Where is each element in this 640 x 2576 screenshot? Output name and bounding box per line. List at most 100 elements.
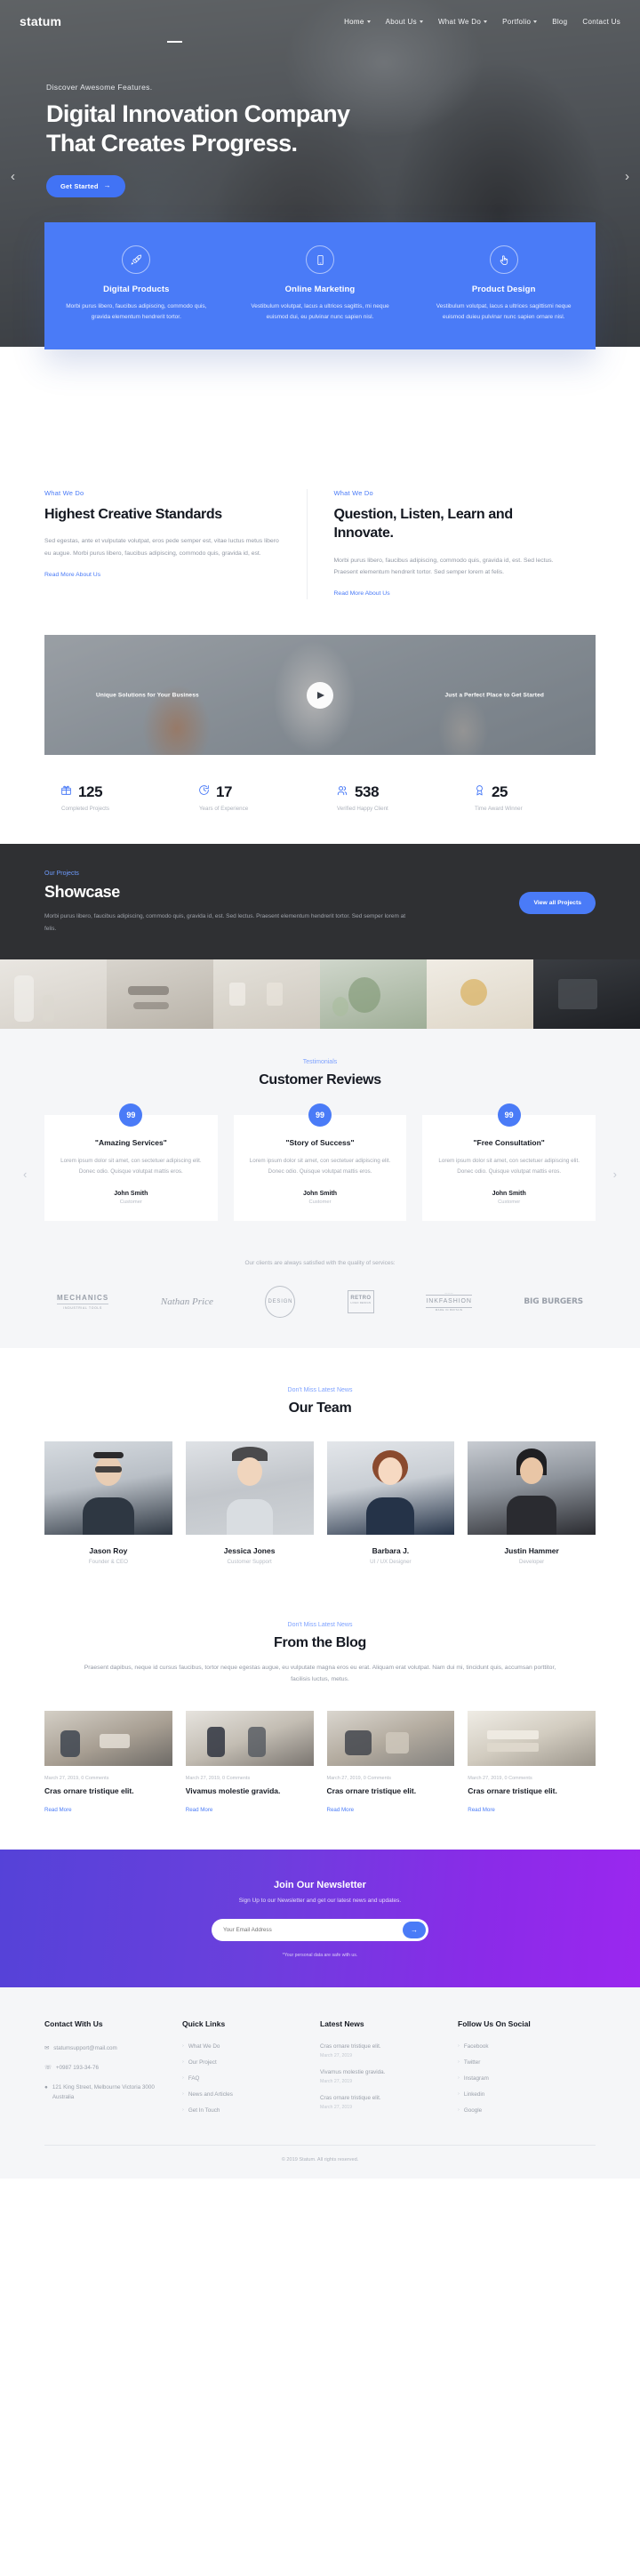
video-caption-left: Unique Solutions for Your Business [96,692,199,699]
footer-news-title: Vivamus molestie gravida. [320,2069,386,2076]
section-title: Highest Creative Standards [44,507,222,522]
footer-news-item[interactable]: Cras ornare tristique elit. March 27, 20… [320,2043,445,2058]
nav-item-contact-us[interactable]: Contact Us [582,18,620,26]
blog-read-more-link[interactable]: Read More [186,1807,213,1813]
phone-icon: ☏ [44,2065,52,2072]
portfolio-item[interactable] [533,959,640,1029]
client-logo-text: INKFASHION [426,1295,472,1309]
nav-item-about-us[interactable]: About Us [386,18,423,26]
portfolio-item[interactable] [320,959,427,1029]
stat-value: 538 [355,783,380,801]
portfolio-item[interactable] [427,959,533,1029]
client-logo-subtext: LOGO DESIGN [350,1300,372,1304]
feature-description: Vestibulum volutpat, lacus a ultrices sa… [251,303,389,321]
testimonials-prev-arrow[interactable]: ‹ [23,1168,27,1181]
testimonial-role: Customer [308,1199,332,1205]
nav-item-portfolio[interactable]: Portfolio [502,18,538,26]
blog-post-meta: March 27, 2019, 0 Comments [185,1776,251,1782]
testimonials-next-arrow[interactable]: › [613,1168,617,1181]
footer-link-faq[interactable]: › FAQ [182,2075,308,2082]
newsletter-note: *Your personal data are safe with us. [282,1952,358,1958]
footer-news-item[interactable]: Cras ornare tristique elit. March 27, 20… [320,2095,445,2110]
testimonials-section: Testimonials Customer Reviews ‹ 99 "Amaz… [0,1029,640,1248]
blog-post-title: Cras ornare tristique elit. [326,1786,417,1796]
view-all-projects-button[interactable]: View all Projects [519,891,596,914]
social-link-facebook[interactable]: › Facebook [458,2043,583,2050]
team-member-card[interactable]: Barbara J. UI / UX Designer [326,1440,455,1565]
social-link-instagram[interactable]: › Instagram [458,2075,583,2082]
showcase-section: Our Projects Showcase Morbi purus libero… [0,844,640,959]
chevron-right-icon: › [458,2059,460,2066]
footer-heading: Latest News [320,2019,364,2029]
blog-read-more-link[interactable]: Read More [327,1807,355,1813]
footer-heading: Follow Us On Social [458,2019,531,2029]
map-pin-icon: ● [44,2084,48,2091]
blog-row: March 27, 2019, 0 Comments Cras ornare t… [44,1711,596,1816]
hero-title-line-2: That Creates Progress. [46,129,298,156]
portfolio-item[interactable] [0,959,107,1029]
footer-link-label: Our Project [188,2059,217,2066]
social-link-linkedin[interactable]: › Linkedin [458,2091,583,2098]
feature-card-digital-products[interactable]: Digital Products Morbi purus libero, fau… [44,245,228,323]
blog-post-image [326,1711,455,1767]
video-banner[interactable]: Unique Solutions for Your Business Just … [44,635,596,756]
nav-item-home[interactable]: Home [344,18,371,26]
read-more-about-us-link[interactable]: Read More About Us [44,572,100,578]
social-link-label: Facebook [463,2043,489,2050]
blog-post-image [185,1711,314,1767]
newsletter-submit-button[interactable]: → [403,1921,426,1938]
client-logo-text: BIG BURGERS [524,1296,583,1306]
blog-read-more-link[interactable]: Read More [44,1807,72,1813]
feature-card-online-marketing[interactable]: Online Marketing Vestibulum volutpat, la… [228,245,412,323]
gift-icon [60,784,72,800]
nav-item-what-we-do[interactable]: What We Do [438,18,488,26]
social-link-google[interactable]: › Google [458,2107,583,2114]
nav-item-blog[interactable]: Blog [552,18,567,26]
get-started-button[interactable]: Get Started → [46,174,125,197]
footer-columns: Contact With Us ✉ statumsupport@mail.com… [44,2019,596,2123]
footer-bottom: © 2019 Statum. All rights reserved. [44,2145,596,2179]
hero-next-arrow[interactable]: › [625,169,629,184]
client-logo-big-burgers: BIG BURGERS [524,1297,583,1306]
footer-link-our-project[interactable]: › Our Project [182,2059,308,2066]
blog-post-card[interactable]: March 27, 2019, 0 Comments Cras ornare t… [468,1711,596,1816]
section-eyebrow: What We Do [333,489,373,497]
blog-post-card[interactable]: March 27, 2019, 0 Comments Cras ornare t… [44,1711,172,1816]
footer-email-row[interactable]: ✉ statumsupport@mail.com [44,2043,170,2053]
newsletter-email-input[interactable] [223,1926,403,1933]
footer-heading: Contact With Us [44,2019,103,2029]
team-member-role: Developer [519,1558,545,1565]
social-link-twitter[interactable]: › Twitter [458,2059,583,2066]
blog-intro: Praesent dapibus, neque id cursus faucib… [84,1664,556,1683]
footer-phone-row[interactable]: ☏ +0987 193-34-76 [44,2063,170,2073]
site-logo[interactable]: statum [20,14,61,28]
showcase-header: Our Projects Showcase Morbi purus libero… [44,871,596,935]
blog-post-card[interactable]: March 27, 2019, 0 Comments Vivamus moles… [185,1711,314,1816]
blog-read-more-link[interactable]: Read More [468,1807,495,1813]
testimonial-author: John Smith [492,1190,526,1197]
feature-card-product-design[interactable]: Product Design Vestibulum volutpat, lacu… [412,245,596,323]
team-member-card[interactable]: Jessica Jones Customer Support [185,1440,314,1565]
feature-title: Product Design [471,285,536,294]
testimonial-author: John Smith [114,1190,148,1197]
footer-address: 121 King Street, Melbourne Victoria 3000… [52,2084,155,2101]
portfolio-item[interactable] [213,959,320,1029]
footer-link-news-and-articles[interactable]: › News and Articles [182,2091,308,2098]
mobile-icon [306,245,334,274]
video-caption-right: Just a Perfect Place to Get Started [444,692,544,699]
footer-link-what-we-do[interactable]: › What We Do [182,2043,308,2050]
portfolio-item[interactable] [107,959,213,1029]
footer-news-date: March 27, 2019 [320,2053,353,2059]
footer-link-get-in-touch[interactable]: › Get In Touch [182,2107,308,2114]
what-we-do-section: What We Do Highest Creative Standards Se… [44,347,596,844]
blog-post-card[interactable]: March 27, 2019, 0 Comments Cras ornare t… [326,1711,455,1816]
team-member-card[interactable]: Justin Hammer Developer [468,1440,596,1565]
read-more-about-us-link[interactable]: Read More About Us [334,590,390,597]
blog-title: From the Blog [274,1634,366,1650]
footer-news-item[interactable]: Vivamus molestie gravida. March 27, 2019 [320,2069,445,2084]
team-member-card[interactable]: Jason Roy Founder & CEO [44,1440,172,1565]
hero-content: Discover Awesome Features. Digital Innov… [0,43,640,197]
play-icon[interactable] [307,681,333,709]
page-root: statum Home About Us What We Do Portfoli… [0,0,640,2179]
hero-prev-arrow[interactable]: ‹ [11,169,15,184]
